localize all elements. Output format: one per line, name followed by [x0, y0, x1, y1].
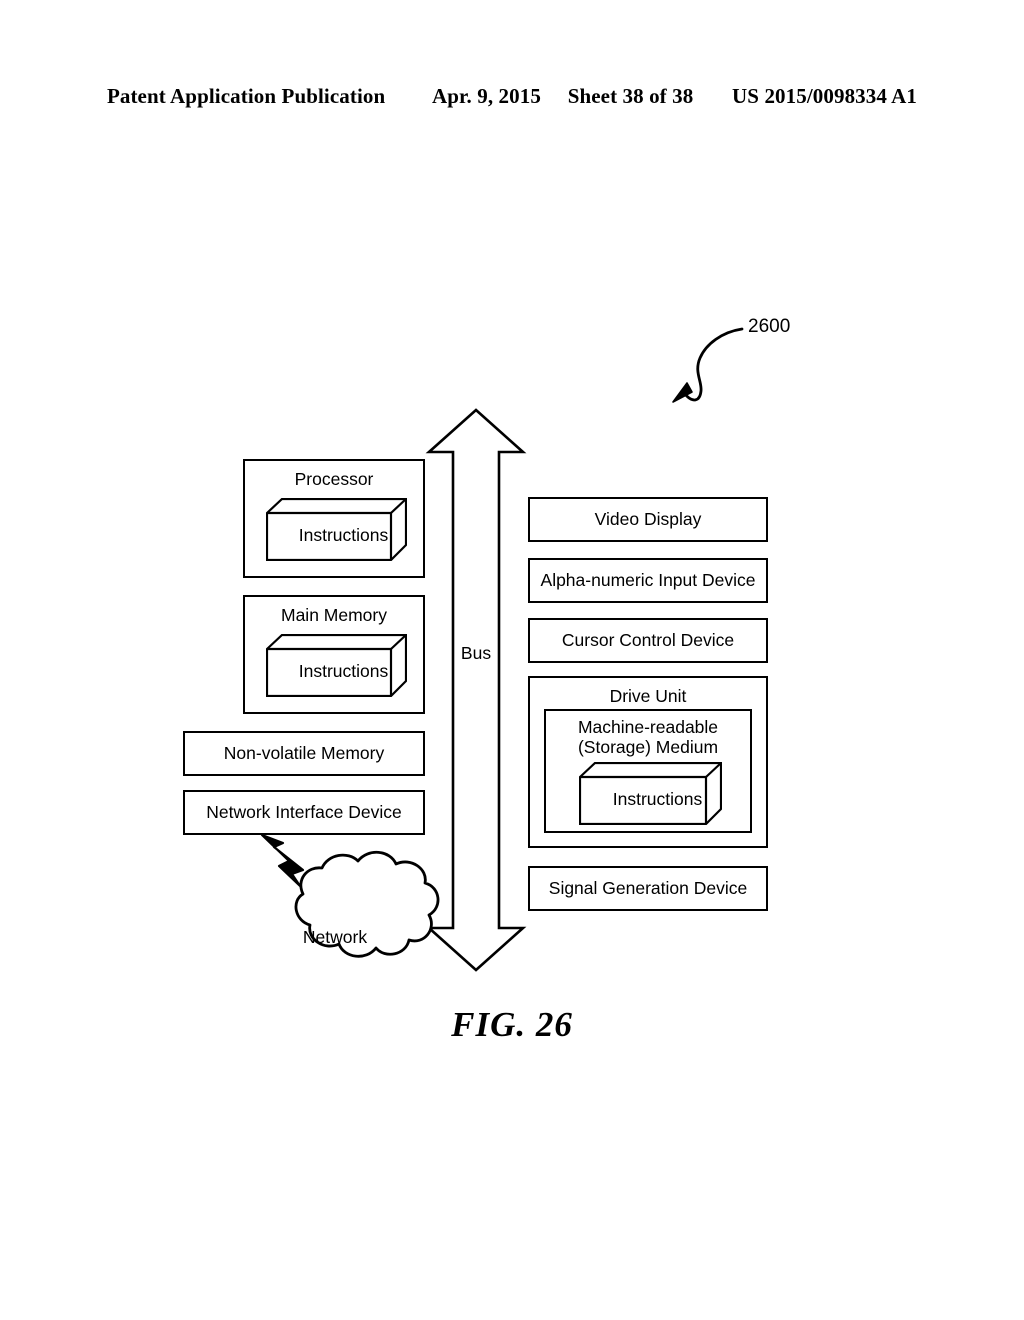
block-video-display-label: Video Display [594, 509, 702, 529]
block-machine-readable-storage-medium: Machine-readable (Storage) Medium Instru… [544, 709, 752, 833]
lightning-bolt-connector [260, 833, 305, 888]
block-machine-readable-storage-medium-label-line2: (Storage) Medium [577, 737, 719, 757]
reference-numeral-2600: 2600 [748, 316, 791, 337]
block-network-interface-device: Network Interface Device [183, 790, 425, 835]
cube-main-memory-instructions: Instructions [266, 634, 407, 697]
block-processor-label: Processor [294, 469, 374, 489]
figure-line-art [260, 327, 744, 972]
block-drive-unit-label: Drive Unit [609, 686, 687, 706]
block-processor: Processor Instructions [243, 459, 425, 578]
block-cursor-control-device: Cursor Control Device [528, 618, 768, 663]
block-alpha-numeric-input-device: Alpha-numeric Input Device [528, 558, 768, 603]
block-cursor-control-device-label: Cursor Control Device [561, 630, 735, 650]
block-signal-generation-device: Signal Generation Device [528, 866, 768, 911]
block-video-display: Video Display [528, 497, 768, 542]
cube-main-memory-instructions-label: Instructions [298, 661, 389, 681]
reference-leader-line [682, 327, 744, 402]
cube-processor-instructions: Instructions [266, 498, 407, 561]
block-main-memory: Main Memory Instructions [243, 595, 425, 714]
block-non-volatile-memory-label: Non-volatile Memory [223, 743, 385, 763]
block-alpha-numeric-input-device-label: Alpha-numeric Input Device [540, 570, 756, 590]
block-non-volatile-memory: Non-volatile Memory [183, 731, 425, 776]
block-signal-generation-device-label: Signal Generation Device [548, 878, 748, 898]
block-drive-unit: Drive Unit Machine-readable (Storage) Me… [528, 676, 768, 848]
figure-26: 2600 Bus Network Processor Instructions … [0, 0, 1024, 1320]
block-machine-readable-storage-medium-label-line1: Machine-readable [577, 717, 719, 737]
figure-caption: FIG. 26 [451, 1005, 573, 1044]
bus-label: Bus [460, 643, 492, 663]
bus-arrow [425, 408, 527, 972]
network-label: Network [302, 927, 368, 947]
block-network-interface-device-label: Network Interface Device [206, 802, 402, 822]
cube-processor-instructions-label: Instructions [298, 525, 389, 545]
cube-drive-unit-instructions-label: Instructions [612, 789, 703, 809]
cube-drive-unit-instructions: Instructions [579, 762, 722, 825]
block-main-memory-label: Main Memory [281, 605, 387, 625]
